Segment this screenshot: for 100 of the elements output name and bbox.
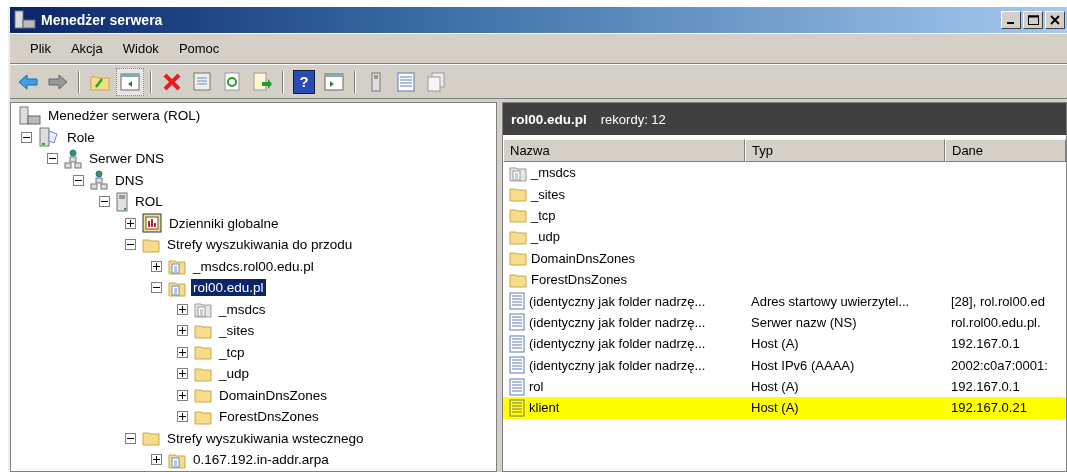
copy-icon: [427, 71, 445, 92]
export-list-icon: [252, 71, 272, 92]
console-tree-icon: [120, 72, 140, 91]
record-icon: [509, 334, 525, 353]
expand-toggle[interactable]: [177, 411, 188, 423]
folder-icon: [509, 250, 527, 267]
plus-icon: [153, 456, 160, 464]
expand-toggle[interactable]: [125, 217, 136, 229]
tree-item[interactable]: 0.167.192.in-addr.arpa: [191, 451, 331, 469]
collapse-toggle[interactable]: [125, 432, 136, 444]
plus-icon: [179, 413, 186, 421]
server-icon: [371, 71, 381, 92]
plus-icon: [127, 219, 134, 227]
record-icon: [509, 292, 525, 311]
folder-icon: [509, 228, 527, 245]
tree-item[interactable]: Strefy wyszukiwania wstecznego: [165, 429, 366, 447]
collapse-toggle[interactable]: [151, 282, 162, 294]
log-book-icon: [142, 213, 162, 234]
record-row[interactable]: _tcp: [503, 204, 1066, 227]
network-server-icon: [64, 148, 82, 169]
tree-item[interactable]: _tcp: [217, 343, 247, 361]
tree-item[interactable]: DomainDnsZones: [217, 386, 330, 404]
folder-icon: [194, 322, 212, 339]
record-row[interactable]: ForestDnsZones: [503, 268, 1066, 291]
expand-toggle[interactable]: [177, 368, 188, 380]
help-button[interactable]: ?: [293, 69, 315, 94]
server-manager-icon: [19, 105, 41, 126]
menu-item[interactable]: Widok: [112, 41, 169, 56]
window-title: Menedżer serwera: [41, 12, 164, 28]
tree-item[interactable]: rol00.edu.pl: [191, 279, 266, 297]
record-row[interactable]: klient Host (A) 192.167.0.21: [503, 397, 1066, 419]
expand-toggle[interactable]: [177, 346, 188, 358]
folder-icon: [194, 344, 212, 361]
record-row[interactable]: rol Host (A) 192.167.0.1: [503, 375, 1066, 398]
tree-item[interactable]: _udp: [217, 365, 252, 383]
tree-item[interactable]: Menedżer serwera (ROL): [46, 107, 203, 125]
toolbar-button[interactable]: [116, 67, 144, 96]
tree-item[interactable]: _msdcs.rol00.edu.pl: [191, 257, 316, 275]
collapse-toggle[interactable]: [125, 239, 136, 251]
collapse-toggle[interactable]: [99, 196, 110, 208]
plus-icon: [179, 305, 186, 313]
expand-toggle[interactable]: [177, 325, 188, 337]
plus-icon: [179, 327, 186, 335]
folder-icon: [194, 365, 212, 382]
tree-item[interactable]: ForestDnsZones: [217, 408, 321, 426]
menu-item[interactable]: Akcja: [60, 41, 113, 56]
network-server-icon: [90, 170, 108, 191]
record-row[interactable]: (identyczny jak folder nadrzę... Host (A) 192.167.0.1: [503, 333, 1066, 355]
maximize-button[interactable]: [1023, 11, 1043, 29]
expand-toggle[interactable]: [177, 389, 188, 401]
folder-icon: [194, 387, 212, 404]
plus-icon: [153, 262, 160, 270]
record-icon: [509, 377, 525, 396]
delete-icon: [162, 71, 182, 92]
record-row[interactable]: _msdcs: [503, 162, 1066, 184]
expand-toggle[interactable]: [151, 260, 162, 272]
record-row[interactable]: _udp: [503, 226, 1066, 248]
server-manager-icon: [14, 10, 36, 30]
record-row[interactable]: (identyczny jak folder nadrzę... Host IPv6 (AAAA) 2002:c0a7:0001:: [503, 354, 1066, 376]
close-icon: [1050, 15, 1060, 25]
column-header[interactable]: Typ: [745, 139, 945, 162]
record-icon: [509, 313, 525, 332]
forward-arrow-icon: [48, 73, 68, 90]
tree-item[interactable]: Role: [65, 128, 97, 146]
roles-icon: [38, 126, 60, 149]
menu-item[interactable]: Pomoc: [168, 41, 230, 56]
collapse-toggle[interactable]: [73, 174, 84, 186]
tree-item[interactable]: Dzienniki globalne: [167, 214, 281, 232]
record-row[interactable]: (identyczny jak folder nadrzę... Serwer nazw (NS) rol.rol00.edu.pl.: [503, 311, 1066, 334]
record-icon: [509, 356, 525, 375]
collapse-toggle[interactable]: [47, 153, 58, 165]
record-row[interactable]: _sites: [503, 183, 1066, 205]
menu-item[interactable]: Plik: [20, 41, 61, 56]
tree-item[interactable]: Serwer DNS: [87, 150, 166, 168]
zone-file-icon: [194, 300, 212, 319]
tree-item[interactable]: _msdcs: [217, 300, 268, 318]
tree-item[interactable]: Strefy wyszukiwania do przodu: [165, 236, 355, 254]
plus-icon: [179, 370, 186, 378]
folder-icon: [509, 271, 527, 288]
collapse-toggle[interactable]: [21, 131, 32, 143]
zone-file-icon: [168, 257, 186, 276]
tree-item[interactable]: DNS: [113, 171, 146, 189]
record-row[interactable]: DomainDnsZones: [503, 247, 1066, 269]
record-count: rekordy: 12: [600, 111, 666, 127]
record-row[interactable]: (identyczny jak folder nadrzę... Adres startowy uwierzytel... [28], rol.rol00.ed: [503, 290, 1066, 312]
column-header[interactable]: Dane: [945, 139, 1066, 162]
list-icon: [397, 71, 415, 92]
folder-icon: [509, 186, 527, 203]
expand-toggle[interactable]: [177, 303, 188, 315]
action-pane-icon: [324, 72, 344, 91]
close-icon-button[interactable]: [1045, 11, 1065, 29]
minimize-button[interactable]: [1001, 11, 1021, 29]
column-header[interactable]: Nazwa: [503, 139, 745, 162]
maximize-icon: [1027, 15, 1039, 25]
expand-toggle[interactable]: [151, 454, 162, 466]
tree-item[interactable]: ROL: [133, 193, 165, 211]
zone-title: rol00.edu.pl: [511, 111, 587, 127]
folder-icon: [142, 430, 160, 447]
properties-icon: [193, 71, 211, 92]
tree-item[interactable]: _sites: [217, 322, 257, 340]
